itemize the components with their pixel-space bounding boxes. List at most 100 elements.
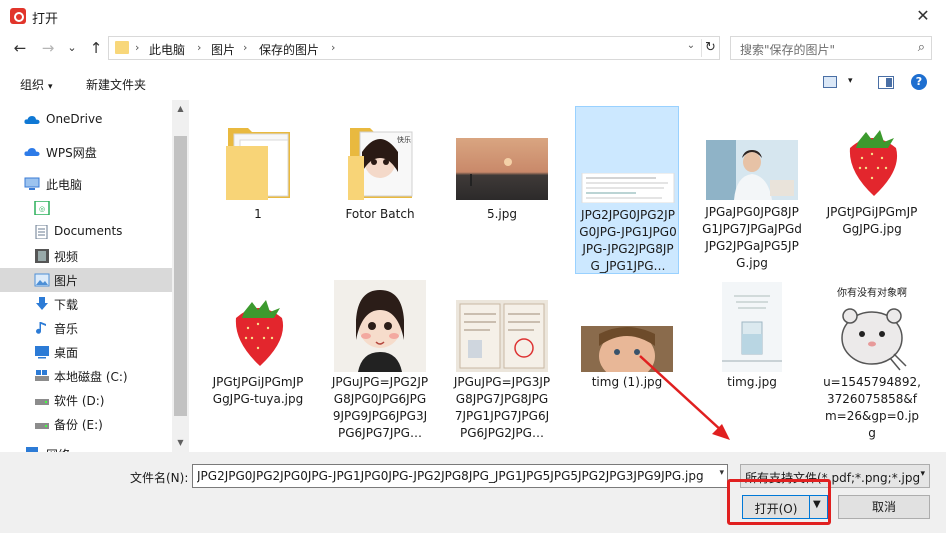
wechat-folder-icon: ◎: [34, 201, 50, 215]
desktop-icon: [35, 346, 49, 359]
sidebar-item-wps-cloud[interactable]: WPS网盘: [0, 140, 172, 164]
sidebar-item-wechat-folder[interactable]: ◎: [0, 196, 172, 220]
back-arrow-icon[interactable]: ←: [10, 38, 30, 58]
sidebar-item-downloads[interactable]: 下载: [0, 292, 172, 316]
sidebar-scrollbar[interactable]: ▲ ▼: [172, 100, 189, 452]
sidebar-item-drive-c[interactable]: 本地磁盘 (C:): [0, 364, 172, 388]
chevron-down-icon[interactable]: ▾: [719, 468, 724, 478]
sidebar-item-network[interactable]: 网络: [0, 442, 172, 452]
file-name: u=1545794892,3726075858&fm=26&gp=0.jpg: [823, 375, 921, 440]
caret-down-icon: ▾: [48, 82, 53, 92]
navigation-bar: ← → ⌄ ↑ › 此电脑 › 图片 › 保存的图片 › ⌄ ↻ 搜索"保存的图…: [0, 32, 946, 64]
breadcrumb-separator-icon[interactable]: ›: [243, 41, 247, 54]
window-title: 打开: [32, 12, 59, 27]
file-item[interactable]: JPGtJPGiJPGmJPGgJPG.jpg: [820, 108, 924, 248]
music-icon: [36, 322, 46, 334]
breadcrumb-this-pc[interactable]: 此电脑: [149, 41, 185, 58]
scroll-down-icon[interactable]: ▼: [172, 438, 189, 447]
view-options-icon[interactable]: [823, 76, 837, 88]
sidebar-item-label: 本地磁盘 (C:): [54, 370, 128, 384]
file-item[interactable]: JPGaJPG0JPG8JPG1JPG7JPGaJPGdJPG2JPGaJPG5…: [700, 108, 804, 278]
forward-arrow-icon[interactable]: →: [38, 38, 58, 58]
breadcrumb-separator-icon[interactable]: ›: [135, 41, 139, 54]
cloud-icon: [24, 148, 40, 156]
sidebar-item-drive-d[interactable]: 软件 (D:): [0, 388, 172, 412]
meme-caption: 你有没有对象啊: [837, 286, 907, 299]
address-bar[interactable]: › 此电脑 › 图片 › 保存的图片 › ⌄ ↻: [108, 36, 720, 60]
navigation-pane: OneDrive WPS网盘 此电脑 ◎ Documents 视频 图片 下载 …: [0, 100, 172, 452]
file-item[interactable]: JPGuJPG=JPG2JPG8JPG0JPG6JPG9JPG9JPG6JPG3…: [328, 276, 432, 446]
up-arrow-icon[interactable]: ↑: [86, 38, 106, 58]
drive-icon: [35, 423, 49, 429]
glass-image: [722, 282, 782, 372]
sidebar-item-videos[interactable]: 视频: [0, 244, 172, 268]
recent-locations-icon[interactable]: ⌄: [62, 38, 82, 58]
sidebar-item-pictures[interactable]: 图片: [0, 268, 172, 292]
sidebar-item-documents[interactable]: Documents: [0, 220, 172, 244]
refresh-icon[interactable]: ↻: [701, 39, 719, 57]
scroll-up-icon[interactable]: ▲: [172, 104, 189, 113]
sidebar-item-desktop[interactable]: 桌面: [0, 340, 172, 364]
caret-down-icon[interactable]: ▾: [848, 76, 853, 86]
search-icon[interactable]: ⌕: [918, 40, 925, 55]
file-name: JPGtJPGiJPGmJPGgJPG-tuya.jpg: [212, 375, 304, 406]
folder-icon: [115, 41, 129, 54]
pictures-icon: [34, 273, 50, 287]
file-name: JPGuJPG=JPG2JPG8JPG0JPG6JPG9JPG9JPG6JPG3…: [331, 375, 429, 440]
filename-input[interactable]: JPG2JPG0JPG2JPG0JPG-JPG1JPG0JPG-JPG2JPG8…: [192, 464, 728, 488]
hamster-meme-image: 你有没有对象啊: [826, 282, 918, 372]
file-item[interactable]: JPGtJPGiJPGmJPGgJPG-tuya.jpg: [206, 276, 310, 416]
breadcrumb-separator-icon[interactable]: ›: [197, 41, 201, 54]
file-item-selected[interactable]: JPG2JPG0JPG2JPG0JPG-JPG1JPG0JPG-JPG2JPG8…: [575, 106, 679, 274]
sidebar-item-label: 桌面: [54, 346, 79, 360]
title-bar: 打开 ✕: [0, 0, 946, 32]
file-name: 1: [254, 207, 262, 221]
document-image: [581, 173, 675, 203]
sidebar-item-onedrive[interactable]: OneDrive: [0, 108, 172, 132]
chevron-down-icon[interactable]: ▾: [920, 469, 925, 479]
file-item[interactable]: 5.jpg: [450, 108, 554, 228]
boy-photo-image: [706, 140, 798, 200]
strawberry-image: [212, 294, 304, 370]
document-icon: [35, 225, 48, 239]
file-item[interactable]: timg (1).jpg: [575, 276, 679, 396]
girl-portrait-image: [334, 280, 426, 372]
file-item[interactable]: 你有没有对象啊 u=1545794892,3726075858&fm=26&gp…: [820, 276, 924, 446]
sidebar-item-label: 视频: [54, 250, 79, 264]
file-item[interactable]: JPGuJPG=JPG3JPG8JPG7JPG8JPG7JPG1JPG7JPG6…: [450, 276, 554, 446]
folder-icon: [226, 128, 290, 200]
video-icon: [35, 249, 49, 263]
help-icon[interactable]: ?: [911, 74, 927, 90]
cloud-icon: [24, 116, 40, 124]
file-name: Fotor Batch: [345, 207, 415, 221]
search-placeholder: 搜索"保存的图片": [740, 43, 836, 57]
sidebar-item-music[interactable]: 音乐: [0, 316, 172, 340]
filename-label: 文件名(N):: [130, 471, 189, 485]
file-name: JPGuJPG=JPG3JPG8JPG7JPG8JPG7JPG1JPG7JPG6…: [453, 375, 551, 440]
file-name: JPG2JPG0JPG2JPG0JPG-JPG1JPG0JPG-JPG2JPG8…: [579, 208, 677, 273]
sidebar-item-label: 此电脑: [46, 178, 83, 192]
close-button[interactable]: ✕: [900, 0, 946, 32]
breadcrumb-separator-icon[interactable]: ›: [331, 41, 335, 54]
file-item[interactable]: 1: [206, 108, 310, 228]
cancel-button[interactable]: 取消: [838, 495, 930, 519]
chevron-down-icon[interactable]: ⌄: [683, 40, 699, 51]
certificate-image: [456, 300, 548, 372]
scrollbar-thumb[interactable]: [174, 136, 187, 416]
organize-button[interactable]: 组织 ▾: [20, 76, 53, 93]
sidebar-item-drive-e[interactable]: 备份 (E:): [0, 412, 172, 436]
new-folder-button[interactable]: 新建文件夹: [86, 76, 146, 93]
highlight-box: [727, 479, 831, 525]
preview-pane-icon[interactable]: [878, 76, 894, 89]
sidebar-item-this-pc[interactable]: 此电脑: [0, 172, 172, 196]
search-input[interactable]: 搜索"保存的图片" ⌕: [730, 36, 932, 60]
folder-sticker-text: 快乐: [397, 135, 411, 144]
file-item[interactable]: 快乐 Fotor Batch: [328, 108, 432, 228]
file-item[interactable]: timg.jpg: [700, 276, 804, 396]
sidebar-item-label: 音乐: [54, 322, 79, 336]
sidebar-item-label: OneDrive: [46, 112, 103, 126]
breadcrumb-pictures[interactable]: 图片: [211, 41, 235, 58]
file-name: JPGtJPGiJPGmJPGgJPG.jpg: [826, 205, 918, 236]
sidebar-item-label: 备份 (E:): [54, 418, 103, 432]
breadcrumb-saved-pictures[interactable]: 保存的图片: [259, 41, 319, 58]
